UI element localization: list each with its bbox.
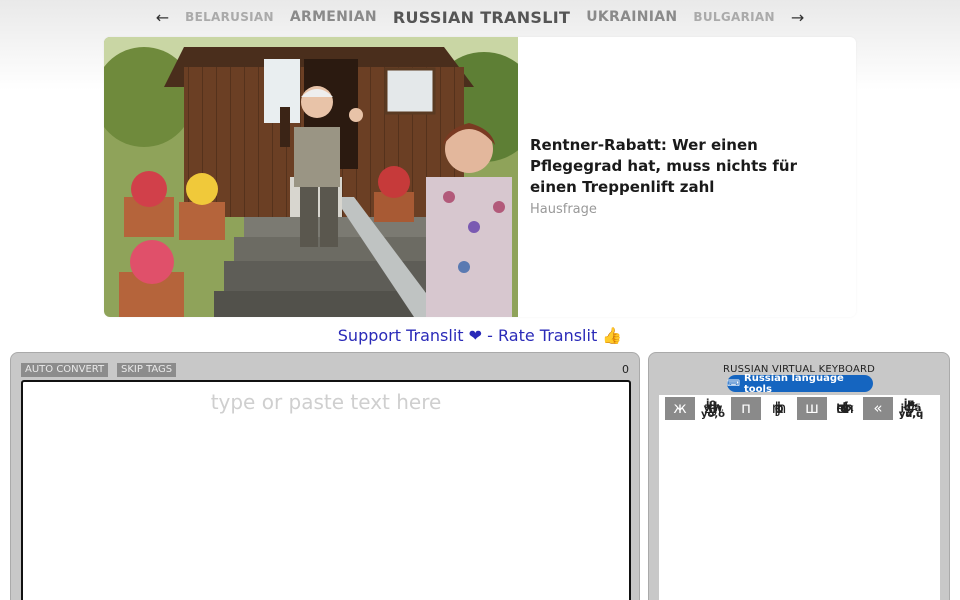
char-count: 0 (622, 363, 629, 376)
keyboard-row (659, 584, 940, 600)
language-nav: ← BELARUSIAN ARMENIAN RUSSIAN TRANSLIT U… (0, 0, 960, 34)
latin-key-hint[interactable]: zh (698, 397, 728, 420)
cyrillic-key[interactable]: ж (665, 397, 695, 420)
keyboard-grid: аaиiсsъ"бbйjтtыyвv,wкkуuь'гgлlфfэje,äдdм… (659, 395, 940, 600)
editor-panel: AUTO CONVERT SKIP TAGS 0 (10, 352, 640, 600)
support-line: Support Translit ❤ - Rate Translit 👍 (0, 326, 960, 345)
lang-link-belarusian[interactable]: BELARUSIAN (185, 10, 274, 24)
keyboard-row (659, 530, 940, 557)
keyboard-row (659, 503, 940, 530)
prev-language-arrow-icon[interactable]: ← (156, 8, 169, 27)
keyboard-row (659, 557, 940, 584)
lang-link-russian-translit[interactable]: RUSSIAN TRANSLIT (393, 8, 570, 27)
keyboard-row (659, 449, 940, 476)
latin-key-hint[interactable]: # (896, 397, 926, 420)
lang-link-ukrainian[interactable]: UKRAINIAN (586, 9, 677, 25)
latin-key-hint[interactable]: sh (830, 397, 860, 420)
latin-key-hint[interactable]: p (764, 397, 794, 420)
ad-text[interactable]: Rentner-Rabatt: Wer einen Pflegegrad hat… (518, 37, 856, 317)
ad-headline[interactable]: Rentner-Rabatt: Wer einen Pflegegrad hat… (530, 135, 848, 198)
lang-link-bulgarian[interactable]: BULGARIAN (693, 10, 774, 24)
cyrillic-key[interactable]: « (863, 397, 893, 420)
support-separator: - (482, 326, 498, 345)
ad-photo-illustration (104, 37, 518, 317)
tools-label: Russian language tools (744, 372, 844, 395)
russian-language-tools-button[interactable]: ⌨ Russian language tools (727, 372, 873, 395)
text-input-area[interactable] (21, 380, 631, 600)
cyrillic-key[interactable]: ш (797, 397, 827, 420)
keyboard-icon: ⌨ (727, 378, 740, 389)
auto-convert-button[interactable]: AUTO CONVERT (21, 363, 109, 377)
cyrillic-key[interactable]: п (731, 397, 761, 420)
keyboard-row (659, 476, 940, 503)
keyboard-row (659, 422, 940, 449)
ad-card[interactable]: Rentner-Rabatt: Wer einen Pflegegrad hat… (104, 37, 856, 317)
rate-translit-link[interactable]: Rate Translit 👍 (498, 326, 622, 345)
next-language-arrow-icon[interactable]: → (791, 8, 804, 27)
lang-link-armenian[interactable]: ARMENIAN (290, 9, 377, 25)
ad-source: Hausfrage (530, 202, 597, 217)
support-translit-link[interactable]: Support Translit ❤ (338, 326, 482, 345)
ad-photo[interactable] (104, 37, 518, 317)
skip-tags-button[interactable]: SKIP TAGS (117, 363, 177, 377)
keyboard-panel: RUSSIAN VIRTUAL KEYBOARD ⌨ Russian langu… (648, 352, 950, 600)
